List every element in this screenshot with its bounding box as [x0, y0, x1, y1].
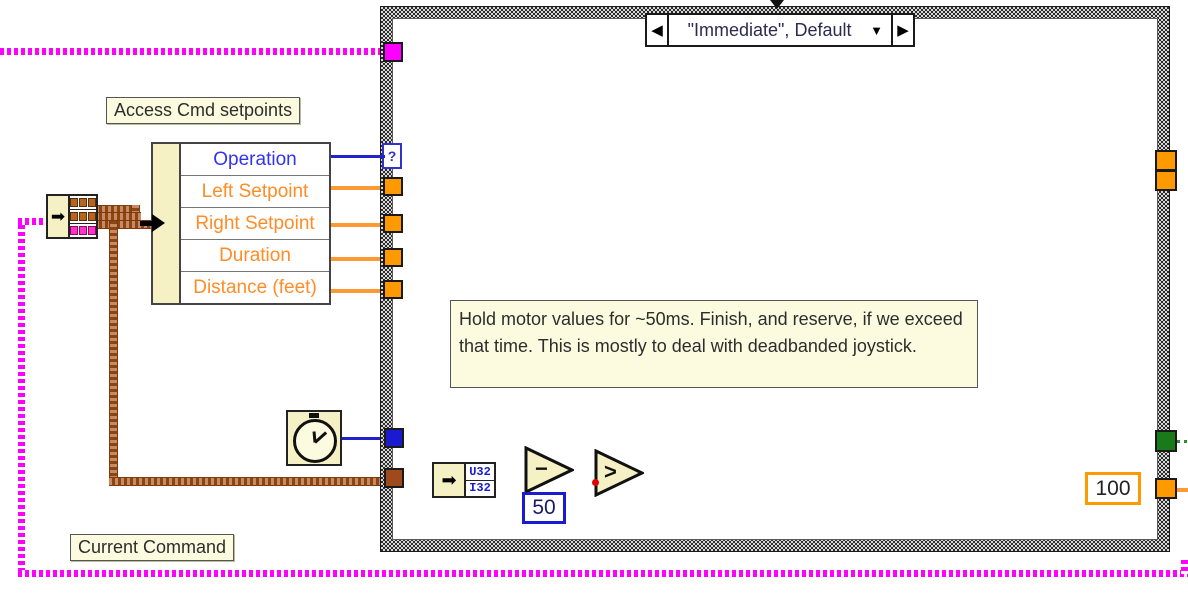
tunnel-out-numeric[interactable] [1155, 478, 1177, 499]
subtract-triangle-icon [524, 446, 574, 494]
chevron-down-icon[interactable]: ▼ [870, 15, 891, 45]
accessor-input-arrow-icon: ➡ [48, 196, 70, 237]
tunnel-refnum-in[interactable] [383, 42, 403, 62]
tunnel-left-setpoint[interactable] [383, 177, 403, 196]
refnum-wire-top [0, 48, 392, 55]
unbundle-row-right-setpoint[interactable]: Right Setpoint [181, 208, 329, 240]
cluster-chip-icon [70, 226, 78, 235]
cluster-chip-icon [79, 226, 87, 235]
cluster-chip-icon [70, 198, 78, 207]
refnum-wire-left-vertical [18, 218, 25, 574]
comment-hold-motor-values[interactable]: Hold motor values for ~50ms. Finish, and… [450, 300, 978, 388]
unbundle-rows: Operation Left Setpoint Right Setpoint D… [181, 144, 329, 303]
tunnel-out-right-setpoint[interactable] [1155, 170, 1177, 191]
cluster-chip-icon [79, 198, 87, 207]
accessor-field-3 [70, 224, 96, 237]
unbundle-row-operation[interactable]: Operation [181, 144, 329, 176]
coercion-dot-icon [592, 479, 599, 486]
refnum-wire-right-vertical [1181, 560, 1188, 574]
to-i32-conversion-node[interactable]: ➡ U32 I32 [432, 462, 496, 498]
tunnel-tick-count[interactable] [384, 428, 404, 448]
unbundle-input-arrow-icon [152, 214, 165, 232]
case-structure-interior [392, 18, 1158, 540]
unbundle-row-left-setpoint[interactable]: Left Setpoint [181, 176, 329, 208]
constant-50[interactable]: 50 [522, 492, 566, 524]
cluster-accessor-node[interactable]: ➡ [46, 194, 98, 239]
cluster-chip-icon [88, 226, 96, 235]
refnum-wire-accessor-in [18, 218, 48, 225]
cluster-chip-icon [70, 212, 78, 221]
wire-operation-out [331, 155, 385, 158]
unbundle-by-name-node[interactable]: Operation Left Setpoint Right Setpoint D… [151, 142, 331, 305]
case-selector-value: "Immediate", Default [669, 15, 870, 45]
conversion-types: U32 I32 [466, 464, 494, 496]
wire-operation-drop [382, 155, 385, 157]
tunnel-distance[interactable] [383, 280, 403, 299]
case-selector-next-button[interactable]: ▶ [891, 15, 913, 45]
tunnel-out-boolean[interactable] [1155, 430, 1177, 452]
block-diagram-canvas: ◀ "Immediate", Default ▼ ▶ ? Access Cmd … [0, 0, 1188, 594]
cluster-wire-vertical-down [109, 212, 118, 480]
greater-than-node[interactable] [594, 449, 644, 497]
refnum-wire-bottom [18, 570, 1188, 577]
subtract-node[interactable] [524, 446, 574, 494]
tunnel-current-command[interactable] [384, 468, 404, 488]
clock-bell-top [309, 413, 319, 418]
label-access-cmd-setpoints[interactable]: Access Cmd setpoints [106, 97, 300, 124]
tick-count-node[interactable] [286, 410, 342, 466]
conversion-target-type: I32 [466, 481, 494, 497]
unbundle-row-distance[interactable]: Distance (feet) [181, 272, 329, 303]
constant-100[interactable]: 100 [1085, 472, 1141, 505]
greater-than-triangle-icon [594, 449, 644, 497]
left-arrow-icon: ◀ [651, 21, 663, 39]
cluster-chip-icon [88, 212, 96, 221]
right-arrow-icon: ▶ [897, 21, 909, 39]
case-selector-label[interactable]: ◀ "Immediate", Default ▼ ▶ [645, 13, 915, 47]
tunnel-right-setpoint[interactable] [383, 214, 403, 233]
accessor-fields [70, 196, 96, 237]
selector-top-notch [770, 0, 784, 9]
conversion-source-type: U32 [466, 464, 494, 481]
tunnel-duration[interactable] [383, 248, 403, 267]
label-current-command[interactable]: Current Command [70, 534, 234, 561]
cluster-chip-icon [79, 212, 87, 221]
cluster-chip-icon [88, 198, 96, 207]
tunnel-out-left-setpoint[interactable] [1155, 150, 1177, 171]
conversion-input-arrow-icon: ➡ [434, 464, 466, 496]
cluster-wire-accessor-branch [96, 212, 141, 221]
accessor-field-1 [70, 196, 96, 210]
accessor-field-2 [70, 210, 96, 224]
unbundle-row-duration[interactable]: Duration [181, 240, 329, 272]
case-selector-prev-button[interactable]: ◀ [647, 15, 669, 45]
tunnel-case-selector[interactable]: ? [382, 143, 402, 169]
